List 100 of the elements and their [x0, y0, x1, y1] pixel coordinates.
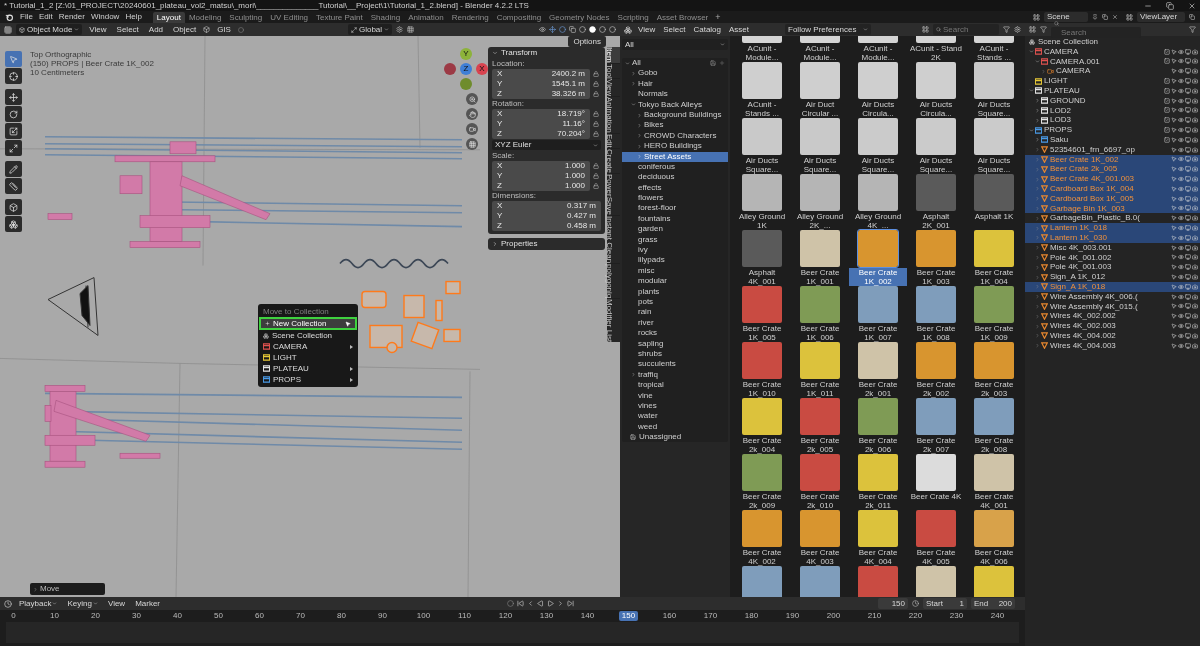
monitor-icon[interactable] — [1185, 117, 1191, 124]
checkbox[interactable] — [1164, 48, 1170, 55]
outliner-item[interactable]: Beer Crate 4K_001.003 — [1025, 174, 1200, 184]
camera-icon[interactable] — [1192, 195, 1198, 202]
camera-icon[interactable] — [1192, 264, 1198, 271]
tool-button[interactable] — [5, 89, 22, 105]
search-field[interactable]: Search — [933, 24, 999, 35]
end-frame-field[interactable]: End 200 — [971, 598, 1015, 609]
eye-icon[interactable] — [1178, 274, 1184, 280]
eye-icon[interactable] — [1178, 117, 1184, 124]
lock-icon[interactable] — [593, 81, 599, 87]
asset-tile[interactable]: Air Ducts Square... — [907, 118, 965, 174]
menu-item[interactable]: PROPS — [259, 374, 357, 385]
number-field[interactable]: Z 70.204° — [492, 129, 590, 139]
camera-icon[interactable] — [1192, 215, 1198, 222]
monitor-icon[interactable] — [1185, 303, 1191, 310]
menu-item[interactable]: Select — [661, 23, 688, 36]
eye-icon[interactable] — [1178, 156, 1184, 163]
eye-icon[interactable] — [1178, 107, 1184, 114]
asset-tile[interactable]: Alley Ground 4K_... — [849, 174, 907, 230]
number-field[interactable]: X 2400.2 m — [492, 69, 590, 79]
folder-item[interactable]: Tokyo Back Alleys — [622, 99, 728, 110]
outliner-item[interactable]: PROPS — [1025, 125, 1200, 135]
asset-tile[interactable]: Beer Crate 1K_008 — [907, 286, 965, 342]
monitor-icon[interactable] — [1185, 332, 1191, 339]
outliner-item[interactable]: CAMERA — [1025, 46, 1200, 57]
outliner-item[interactable]: Beer Crate 1K_002 — [1025, 154, 1200, 165]
close-icon[interactable] — [1188, 1, 1196, 10]
folder-item[interactable]: river — [622, 317, 728, 329]
asset-tile[interactable]: Beer Crate 1K_005 — [733, 286, 791, 342]
monitor-icon[interactable] — [1185, 323, 1191, 329]
lock-icon[interactable] — [593, 71, 599, 77]
asset-tile[interactable]: Beer Crate 1K_001 — [791, 230, 849, 286]
eye-icon[interactable] — [1178, 78, 1184, 85]
checkbox[interactable] — [1164, 107, 1170, 114]
outliner-item[interactable]: Beer Crate 2k_005 — [1025, 164, 1200, 175]
copy-icon[interactable] — [569, 26, 576, 33]
checkbox[interactable] — [1164, 97, 1170, 104]
monitor-icon[interactable] — [1185, 97, 1191, 104]
sidebar-tab[interactable]: polygoniq — [607, 263, 620, 299]
asset-tile[interactable]: Alley Ground 2K_... — [791, 174, 849, 230]
checkbox[interactable] — [1164, 136, 1170, 143]
outliner-item[interactable]: LOD2 — [1025, 105, 1200, 116]
grid-icon[interactable] — [407, 26, 415, 33]
library-filter-dropdown[interactable]: All — [622, 39, 728, 50]
tool-button[interactable] — [5, 123, 22, 139]
properties-panel-header[interactable]: Properties — [488, 238, 605, 250]
outliner-item[interactable]: Lantern 1K_018 — [1025, 223, 1200, 233]
folder-item[interactable]: coniferous — [622, 161, 728, 173]
folder-item[interactable]: fountains — [622, 213, 728, 225]
tool-button[interactable] — [5, 140, 22, 156]
folder-item[interactable]: flowers — [622, 193, 728, 204]
asset-tile[interactable]: Beer Crate 2k_005 — [791, 398, 849, 454]
close-icon[interactable] — [1112, 14, 1118, 20]
workspace-tab[interactable]: Geometry Nodes — [545, 12, 614, 23]
eye-icon[interactable] — [1178, 332, 1184, 339]
checkbox[interactable] — [1164, 127, 1170, 134]
monitor-icon[interactable] — [1185, 225, 1191, 232]
filter-icon[interactable] — [1189, 26, 1196, 33]
tool-button[interactable] — [5, 178, 22, 194]
workspace-tab[interactable]: UV Editing — [266, 12, 313, 23]
add-workspace-button[interactable]: + — [712, 12, 724, 23]
camera-icon[interactable] — [1192, 323, 1198, 329]
folder-item[interactable]: HERO Buildings — [622, 141, 728, 152]
folder-item[interactable]: garden — [622, 224, 728, 235]
sidebar-tab[interactable]: Animation — [607, 97, 620, 134]
folder-item[interactable]: deciduous — [622, 172, 728, 183]
asset-tile[interactable]: Air Ducts Square... — [849, 118, 907, 174]
asset-tile[interactable]: Air Duct Circular ... — [791, 62, 849, 118]
axis-handle[interactable]: Z — [460, 63, 472, 75]
eye-icon[interactable] — [1178, 225, 1184, 232]
eye-icon[interactable] — [1178, 185, 1184, 192]
asset-tile[interactable]: Beer Crate 1K_002 — [849, 230, 907, 286]
number-field[interactable]: Y 0.427 m — [492, 211, 601, 221]
asset-tile[interactable]: ACunit - Module... — [733, 36, 791, 62]
outliner-item[interactable]: PLATEAU — [1025, 86, 1200, 96]
camera-icon[interactable] — [1192, 303, 1198, 310]
start-frame-field[interactable]: Start 1 — [923, 598, 967, 609]
outliner-item[interactable]: Wire Assembly 4K_006.( — [1025, 291, 1200, 302]
sidebar-tab[interactable]: Create — [607, 148, 620, 173]
menu-item[interactable]: Help — [122, 11, 145, 23]
eye-icon[interactable] — [1178, 215, 1184, 222]
folder-item[interactable]: forest-floor — [622, 203, 728, 214]
sidebar-tab[interactable]: Tool — [607, 63, 620, 79]
filter-icon[interactable] — [1003, 26, 1010, 33]
number-field[interactable]: X 0.317 m — [492, 201, 601, 211]
asset-tile[interactable]: Beer Crate 1K_011 — [791, 342, 849, 398]
axis-handle[interactable] — [460, 78, 472, 90]
camera-icon[interactable] — [1192, 68, 1198, 75]
monitor-icon[interactable] — [1185, 313, 1191, 320]
next-key-icon[interactable] — [557, 600, 565, 607]
asset-tile[interactable]: Beer Crate 2k_004 — [733, 398, 791, 454]
outliner-item[interactable]: GarbageBin_Plastic_B.0( — [1025, 213, 1200, 224]
outliner-item[interactable]: Wires 4K_002.003 — [1025, 321, 1200, 331]
eye-icon[interactable] — [1178, 313, 1184, 320]
eye-icon[interactable] — [1178, 136, 1184, 143]
folder-item[interactable]: Street Assets — [622, 151, 728, 162]
tool-button[interactable] — [5, 199, 22, 215]
asset-tile[interactable]: Beer Crate 2k_002 — [907, 342, 965, 398]
eye-icon[interactable] — [1178, 254, 1184, 261]
